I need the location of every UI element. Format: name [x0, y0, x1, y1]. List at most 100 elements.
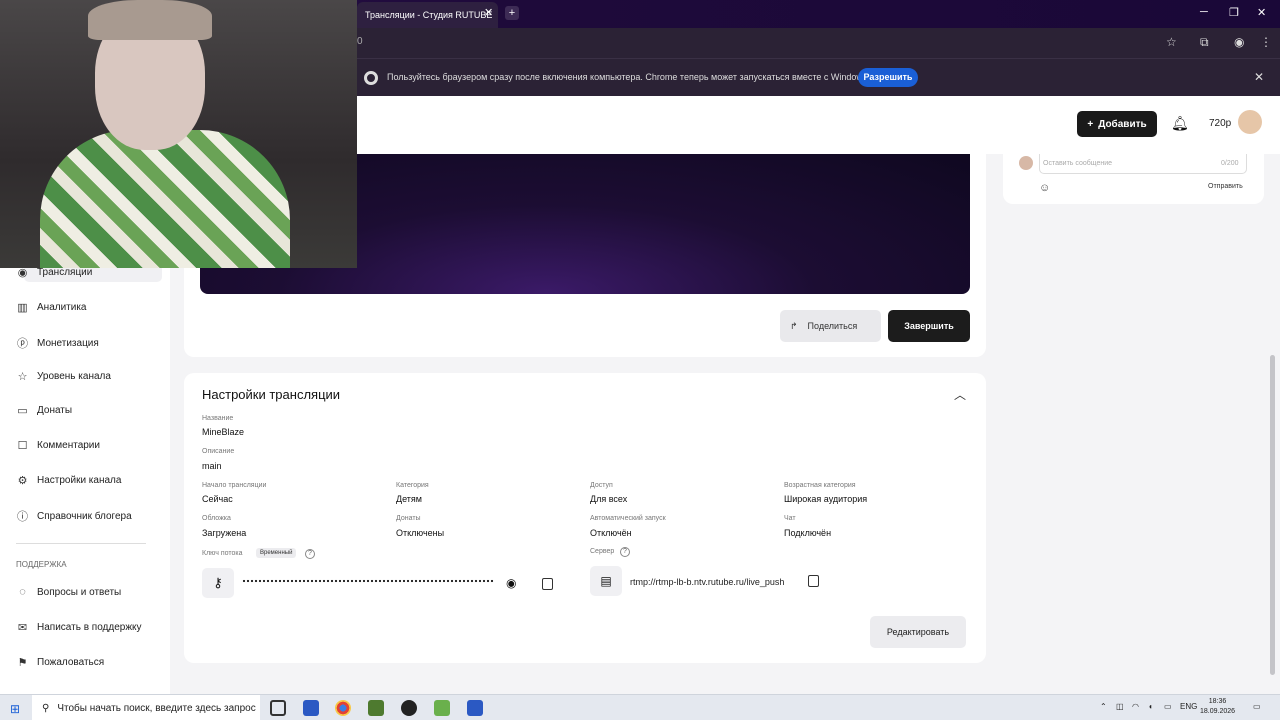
sidebar-item-label: Комментарии: [37, 440, 100, 451]
clock-date: 18.09.2026: [1200, 708, 1236, 715]
sidebar-item-faq[interactable]: ◌ Вопросы и ответы: [16, 586, 121, 598]
share-button[interactable]: ↱ Поделиться: [780, 310, 881, 342]
chat-char-counter: 0/200: [1221, 160, 1239, 167]
tray-chevron-icon[interactable]: ⌃: [1100, 702, 1107, 711]
avatar[interactable]: [1238, 110, 1262, 134]
add-button[interactable]: + Добавить: [1077, 111, 1157, 137]
tray-network-icon[interactable]: ◫: [1116, 702, 1124, 711]
faq-icon: ◌: [19, 586, 26, 598]
taskbar-search[interactable]: ⚲ Чтобы начать поиск, введите здесь запр…: [32, 695, 260, 720]
minimize-icon[interactable]: ─: [1200, 6, 1208, 18]
server-icon: ▤: [590, 566, 622, 596]
settings-title: Настройки трансляции: [202, 387, 341, 402]
quality-indicator[interactable]: 720p: [1209, 118, 1231, 129]
new-tab-button[interactable]: +: [505, 6, 519, 20]
sidebar: ◉ Трансляции ▥ Аналитика ⓟ Монетизация ☆…: [0, 260, 170, 694]
chat-value: Подключён: [784, 528, 832, 538]
allow-button[interactable]: Разрешить: [858, 68, 918, 87]
sidebar-divider: [16, 543, 146, 544]
webcam-overlay: [0, 0, 357, 268]
share-button-label: Поделиться: [807, 321, 858, 331]
sidebar-item-label: Монетизация: [37, 337, 99, 349]
minecraft-icon[interactable]: [368, 700, 384, 716]
description-label: Описание: [202, 448, 235, 455]
gear-icon: ⚙: [17, 475, 28, 487]
sidebar-item-donates[interactable]: ▭ Донаты: [16, 404, 72, 417]
sidebar-item-label: Настройки канала: [37, 475, 122, 486]
sidebar-item-label: Донаты: [37, 405, 73, 416]
help-icon: ⓘ: [17, 511, 28, 523]
keyboard-language[interactable]: ENG: [1180, 702, 1197, 711]
sidebar-item-channel-level[interactable]: ☆ Уровень канала: [16, 370, 111, 383]
age-value: Широкая аудитория: [784, 494, 868, 504]
task-view-icon[interactable]: [270, 700, 286, 716]
app-icon-3[interactable]: [434, 700, 450, 716]
taskbar-clock[interactable]: 18:36 18.09.2026: [1200, 697, 1235, 717]
tray-wifi-icon[interactable]: ◠: [1132, 702, 1139, 711]
tab-rutube-studio[interactable]: Трансляции - Студия RUTUBE: [357, 2, 498, 28]
search-placeholder: Чтобы начать поиск, введите здесь запрос: [57, 702, 256, 714]
donates-label: Донаты: [396, 515, 421, 522]
app-icon-2[interactable]: [401, 700, 417, 716]
server-label: Сервер: [590, 548, 615, 555]
temporary-badge: Временный: [256, 548, 297, 558]
sidebar-item-label: Уровень канала: [37, 371, 111, 382]
sidebar-item-comments[interactable]: ☐ Комментарии: [16, 439, 100, 452]
key-help-icon[interactable]: ?: [305, 549, 315, 559]
sidebar-item-report[interactable]: ⚑ Пожаловаться: [16, 656, 105, 669]
sidebar-item-monetization[interactable]: ⓟ Монетизация: [16, 335, 99, 351]
notifications-bell-icon[interactable]: 🔔︎: [1171, 115, 1189, 132]
copy-key-icon[interactable]: [542, 578, 553, 590]
comments-icon: ☐: [17, 440, 28, 452]
sidebar-item-blogger-guide[interactable]: ⓘ Справочник блогера: [16, 508, 132, 524]
monetization-icon: ⓟ: [17, 338, 28, 350]
notification-center-icon[interactable]: ▭: [1253, 702, 1261, 711]
donates-value: Отключены: [396, 528, 445, 538]
windows-start-icon[interactable]: ⊞: [10, 702, 20, 716]
menu-icon[interactable]: ⋮: [1260, 35, 1272, 49]
description-value: main: [202, 461, 222, 471]
webcam-hair: [88, 0, 212, 40]
extensions-icon[interactable]: ⧉: [1200, 35, 1209, 50]
tab-close-icon[interactable]: ✕: [484, 6, 493, 19]
chevron-up-icon[interactable]: ︿: [954, 386, 966, 403]
category-label: Категория: [396, 482, 429, 489]
send-button[interactable]: Отправить: [1208, 183, 1243, 190]
sidebar-item-label: Аналитика: [37, 302, 87, 313]
app-icon-1[interactable]: [303, 700, 319, 716]
restore-icon[interactable]: ❐: [1229, 6, 1239, 19]
analytics-icon: ▥: [17, 302, 28, 314]
tray-volume-icon[interactable]: ◖: [1148, 702, 1153, 711]
copy-server-icon[interactable]: [808, 575, 819, 587]
studio-header: + Добавить 🔔︎ 720p: [357, 96, 1280, 154]
infobar-close-icon[interactable]: ✕: [1254, 70, 1264, 84]
star-icon: ☆: [17, 371, 28, 383]
address-bar[interactable]: 0 ☆ ⧉ ◉ ⋮: [357, 28, 1280, 58]
sidebar-item-label: Справочник блогера: [37, 510, 132, 522]
chat-placeholder: Оставить сообщение: [1043, 160, 1113, 167]
tray-battery-icon[interactable]: ▭: [1164, 702, 1172, 711]
access-value: Для всех: [590, 494, 628, 504]
sidebar-item-analytics[interactable]: ▥ Аналитика: [16, 301, 87, 314]
sidebar-item-label: Написать в поддержку: [37, 622, 142, 633]
cover-value: Загружена: [202, 528, 247, 538]
sidebar-item-channel-settings[interactable]: ⚙ Настройки канала: [16, 474, 122, 487]
share-icon: ↱: [790, 320, 798, 331]
chrome-taskbar-icon[interactable]: [335, 700, 351, 716]
windows-taskbar: ⊞ ⚲ Чтобы начать поиск, введите здесь за…: [0, 694, 1280, 720]
sidebar-item-contact-support[interactable]: ✉ Написать в поддержку: [16, 621, 142, 634]
search-icon: ⚲: [42, 702, 50, 714]
close-window-icon[interactable]: ✕: [1257, 6, 1266, 19]
page-scrollbar[interactable]: [1270, 355, 1275, 675]
bookmark-star-icon[interactable]: ☆: [1166, 35, 1177, 49]
chrome-info-bar: Пользуйтесь браузером сразу после включе…: [357, 58, 1280, 96]
app-icon-4[interactable]: [467, 700, 483, 716]
profile-icon[interactable]: ◉: [1234, 35, 1244, 49]
emoji-icon[interactable]: ☺: [1039, 182, 1050, 194]
finish-button[interactable]: Завершить: [888, 310, 970, 342]
edit-button[interactable]: Редактировать: [870, 616, 966, 648]
show-key-eye-icon[interactable]: ◉: [506, 576, 516, 590]
server-help-icon[interactable]: ?: [620, 547, 630, 557]
donate-icon: ▭: [17, 405, 28, 417]
sidebar-item-label: Трансляции: [37, 267, 93, 278]
